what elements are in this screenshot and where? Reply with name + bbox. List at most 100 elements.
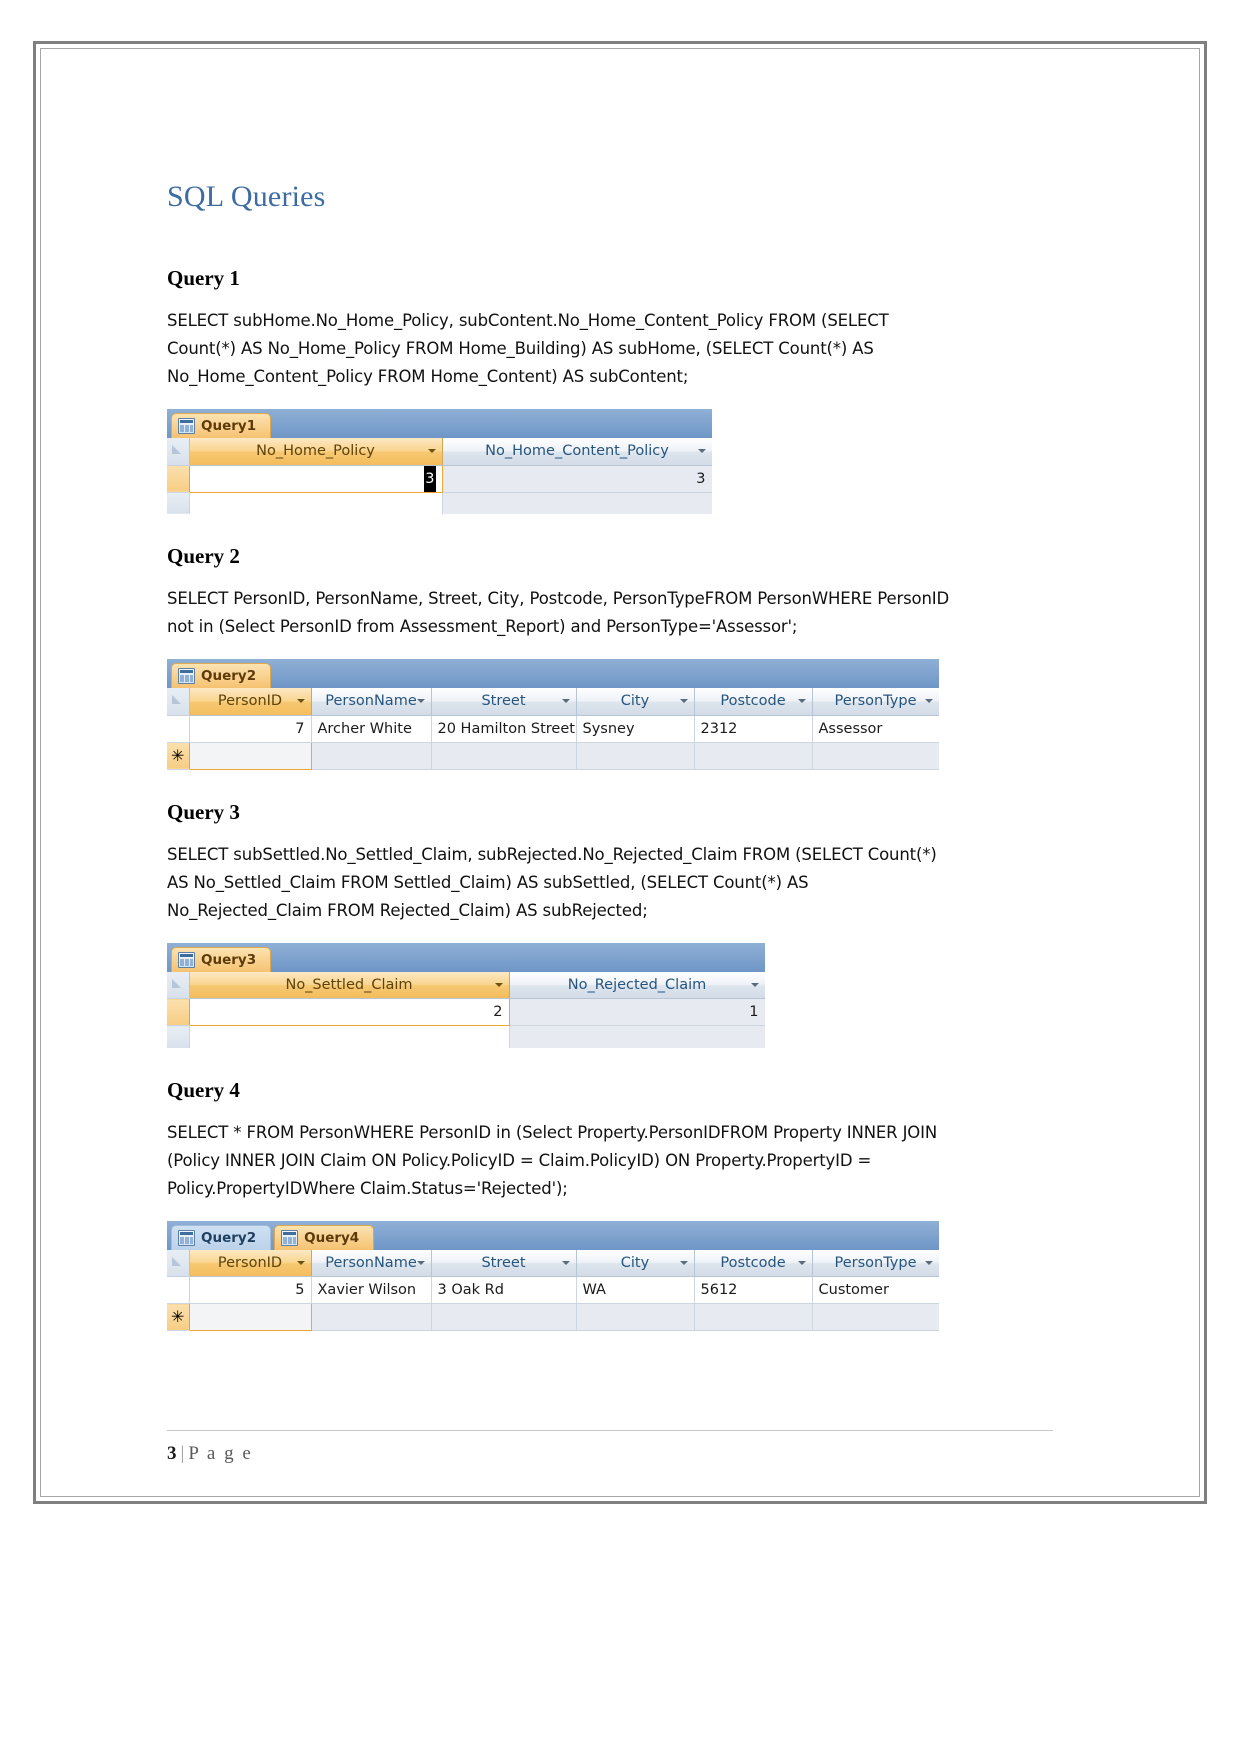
cell-personid-new[interactable] [188,1303,312,1331]
chevron-down-icon[interactable] [924,699,933,704]
column-header-postcode[interactable]: Postcode [694,1249,813,1277]
table-row[interactable]: 2 1 [167,998,765,1026]
chevron-down-icon[interactable] [561,699,570,704]
chevron-down-icon[interactable] [750,982,759,987]
cell-no-home-policy[interactable]: 3 [188,464,443,493]
cell-personname-new[interactable] [311,742,432,770]
chevron-down-icon[interactable] [427,449,436,454]
tab-query3[interactable]: Query3 [171,946,272,972]
table-row[interactable]: 7 Archer White 20 Hamilton Street Sysney… [167,715,939,743]
tab-query1[interactable]: Query1 [171,413,272,438]
cell-postcode-new[interactable] [694,742,813,770]
cell-no-settled-claim[interactable]: 2 [188,998,510,1026]
cell-persontype[interactable]: Customer [812,1276,939,1304]
cell-personname-new[interactable] [311,1303,432,1331]
cell-postcode[interactable]: 5612 [694,1276,813,1304]
query-block-4: Query 4 SELECT * FROM PersonWHERE Person… [167,1077,1067,1331]
cell-city[interactable]: Sysney [576,715,695,743]
new-record-row[interactable]: ✳ [167,741,939,770]
column-label: Postcode [720,693,786,710]
column-header-city[interactable]: City [576,688,695,716]
column-label: PersonType [834,1254,917,1271]
tab-query2-inactive[interactable]: Query2 [171,1224,272,1250]
column-header-personname[interactable]: PersonName [311,1249,432,1277]
column-header-postcode[interactable]: Postcode [694,688,813,716]
new-record-marker[interactable]: ✳ [167,742,190,770]
cell-personname[interactable]: Archer White [311,715,432,743]
query-block-2: Query 2 SELECT PersonID, PersonName, Str… [167,544,1067,770]
cell-personid[interactable]: 5 [189,1276,312,1304]
row-selector[interactable] [167,465,190,493]
datasheet-grid-query3: No_Settled_Claim No_Rejected_Claim 2 1 [167,971,765,1048]
column-header-city[interactable]: City [576,1249,695,1277]
cell-persontype[interactable]: Assessor [812,715,939,743]
table-row[interactable]: 5 Xavier Wilson 3 Oak Rd WA 5612 Custome… [167,1276,939,1304]
footer-page-number: 3 [167,1443,177,1464]
select-all-corner[interactable] [167,1249,190,1277]
new-record-marker[interactable]: ✳ [167,1303,190,1331]
chevron-down-icon[interactable] [924,1260,933,1265]
column-header-personname[interactable]: PersonName [311,688,432,716]
chevron-down-icon[interactable] [416,699,425,704]
footer-divider [167,1430,1053,1431]
column-header-personid[interactable]: PersonID [189,688,312,716]
cell-street-new[interactable] [431,1303,577,1331]
column-header-persontype[interactable]: PersonType [812,1249,939,1277]
column-header-no-home-policy[interactable]: No_Home_Policy [189,438,443,466]
chevron-down-icon[interactable] [797,1260,806,1265]
column-label: City [620,1254,650,1271]
cell-city-new[interactable] [576,1303,695,1331]
cell-city-new[interactable] [576,742,695,770]
chevron-down-icon[interactable] [494,982,503,987]
page-title: SQL Queries [167,180,326,213]
cell-persontype-new[interactable] [812,742,939,770]
tabstrip-query3: Query3 [167,942,765,972]
column-header-street[interactable]: Street [431,1249,577,1277]
chevron-down-icon[interactable] [416,1260,425,1265]
cell-persontype-new[interactable] [812,1303,939,1331]
column-label: PersonID [217,1254,283,1271]
tab-query2[interactable]: Query2 [171,663,272,688]
cell-no-rejected-claim[interactable]: 1 [509,998,765,1026]
chevron-down-icon[interactable] [797,699,806,704]
cell-personname[interactable]: Xavier Wilson [311,1276,432,1304]
column-header-no-rejected-claim[interactable]: No_Rejected_Claim [509,971,765,999]
cell-street[interactable]: 3 Oak Rd [431,1276,577,1304]
row-selector[interactable] [167,715,190,743]
tab-query4[interactable]: Query4 [274,1224,375,1250]
query-1-heading: Query 1 [167,266,240,290]
query-3-sql: SELECT subSettled.No_Settled_Claim, subR… [167,844,937,920]
chevron-down-icon[interactable] [679,1260,688,1265]
cell-street-new[interactable] [431,742,577,770]
column-header-personid[interactable]: PersonID [189,1249,312,1277]
chevron-down-icon[interactable] [296,1260,305,1265]
query-3-heading: Query 3 [167,799,240,824]
page-footer: 3 | P a g e [167,1443,253,1465]
cell-street[interactable]: 20 Hamilton Street [431,715,577,743]
chevron-down-icon[interactable] [697,449,706,454]
new-record-row[interactable]: ✳ [167,1303,939,1331]
query-4-heading: Query 4 [167,1077,240,1102]
cell-personid-new[interactable] [188,741,312,770]
row-selector[interactable] [167,1276,190,1304]
column-header-street[interactable]: Street [431,688,577,716]
column-header-no-home-content-policy[interactable]: No_Home_Content_Policy [442,438,712,466]
chevron-down-icon[interactable] [679,699,688,704]
cell-personid[interactable]: 7 [189,715,312,743]
cell-city[interactable]: WA [576,1276,695,1304]
chevron-down-icon[interactable] [296,699,305,704]
footer-page-word: P a g e [188,1443,253,1464]
select-all-corner[interactable] [167,971,190,999]
row-selector[interactable] [167,998,190,1026]
column-header-persontype[interactable]: PersonType [812,688,939,716]
column-header-no-settled-claim[interactable]: No_Settled_Claim [189,971,510,999]
table-row[interactable]: 3 3 [167,464,712,493]
tab-label: Query2 [201,1229,257,1246]
cell-postcode-new[interactable] [694,1303,813,1331]
cell-postcode[interactable]: 2312 [694,715,813,743]
select-all-corner[interactable] [167,438,190,466]
column-label: Street [481,1254,526,1271]
cell-no-home-content-policy[interactable]: 3 [442,465,712,493]
select-all-corner[interactable] [167,688,190,716]
chevron-down-icon[interactable] [561,1260,570,1265]
